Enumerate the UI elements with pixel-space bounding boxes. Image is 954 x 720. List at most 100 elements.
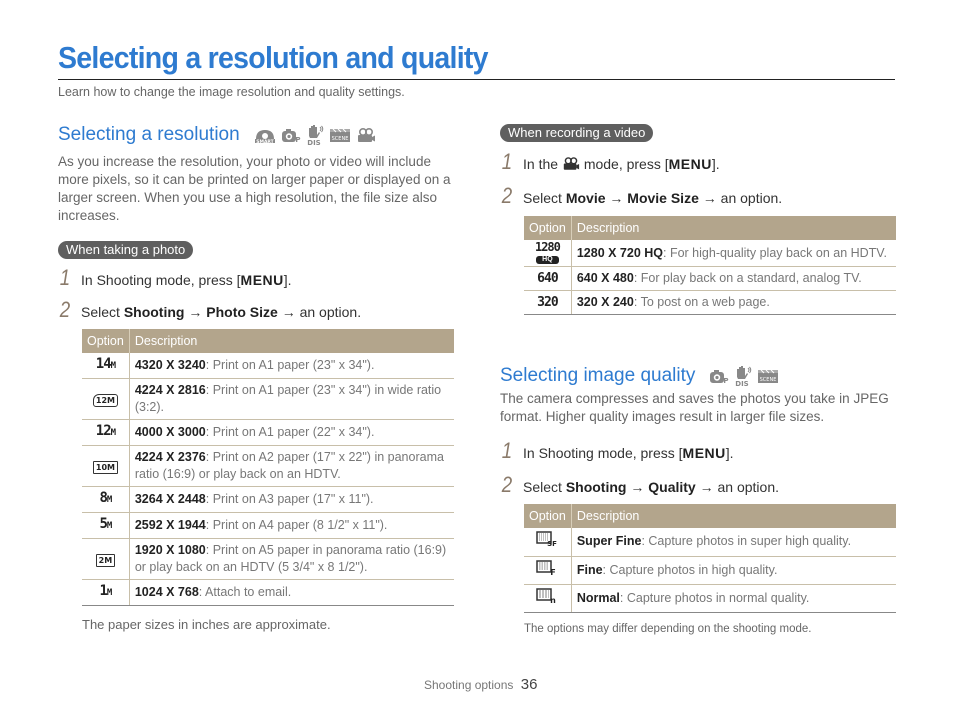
step-number: 2 bbox=[501, 183, 513, 208]
quality-step-2: 2 Select Shooting → Quality → an option. bbox=[500, 472, 896, 498]
5m-icon: 5M bbox=[99, 516, 112, 532]
options-note: The options may differ depending on the … bbox=[524, 622, 812, 635]
menu-key: MENU bbox=[668, 156, 712, 172]
step-number: 2 bbox=[59, 297, 71, 322]
option-desc: : Print on A1 paper (22" x 34"). bbox=[205, 425, 375, 439]
step-text: Select bbox=[523, 190, 566, 206]
12m-icon: 12M bbox=[95, 423, 116, 439]
photo-step-1: 1 In Shooting mode, press [MENU]. bbox=[58, 265, 458, 291]
menu-path-quality: Quality bbox=[648, 479, 696, 495]
option-value: 4224 X 2816 bbox=[134, 383, 206, 397]
normal-icon: n bbox=[536, 587, 557, 605]
step-text: In the bbox=[523, 156, 562, 172]
arrow: → bbox=[184, 304, 207, 320]
svg-text:P: P bbox=[724, 377, 729, 384]
menu-path-movie-size: Movie Size bbox=[627, 190, 699, 206]
option-desc: : Attach to email. bbox=[198, 585, 292, 599]
paper-size-note: The paper sizes in inches are approximat… bbox=[82, 617, 331, 632]
option-desc: : Print on A4 paper (8 1/2" x 11"). bbox=[205, 518, 388, 532]
option-desc: : Print on A3 paper (17" x 11"). bbox=[205, 492, 374, 506]
table-row: 8M 3264 X 2448: Print on A3 paper (17" x… bbox=[82, 486, 454, 513]
quality-step-1: 1 In Shooting mode, press [MENU]. bbox=[500, 438, 896, 464]
option-desc: : Print on A1 paper (23" x 34"). bbox=[205, 358, 375, 372]
fine-icon: F bbox=[536, 559, 556, 577]
table-row: F Fine: Capture photos in high quality. bbox=[524, 556, 896, 585]
scene-icon: SCENE bbox=[329, 128, 350, 142]
table-row: 320 320 X 240: To post on a web page. bbox=[524, 290, 896, 315]
option-value: Normal bbox=[576, 590, 620, 605]
quality-section: Selecting image quality P DIS SCENE The … bbox=[500, 365, 896, 635]
option-value: Fine bbox=[576, 562, 603, 577]
table-row: 5M 2592 X 1944: Print on A4 paper (8 1/2… bbox=[82, 512, 454, 539]
option-desc: : For high-quality play back on an HDTV. bbox=[663, 245, 887, 260]
dual-is-icon: DIS bbox=[736, 366, 752, 387]
option-value: 640 X 480 bbox=[576, 271, 634, 285]
page-title: Selecting a resolution and quality bbox=[58, 40, 489, 75]
table-row: 2M 1920 X 1080: Print on A5 paper in pan… bbox=[82, 538, 454, 580]
table-row: 14M 4320 X 3240: Print on A1 paper (23" … bbox=[82, 353, 454, 379]
table-row: 1280 HQ 1280 X 720 HQ: For high-quality … bbox=[524, 240, 896, 267]
1280-hq-icon: 1280 HQ bbox=[534, 240, 561, 264]
8m-icon: 8M bbox=[99, 490, 112, 506]
table-row: 10M 4224 X 2376: Print on A2 paper (17" … bbox=[82, 445, 454, 487]
col-header-description: Description bbox=[571, 504, 896, 528]
svg-text:DIS: DIS bbox=[307, 139, 320, 146]
video-step-1: 1 In the mode, press [MENU]. bbox=[500, 149, 896, 175]
quality-mode-icons: P DIS SCENE bbox=[709, 365, 779, 387]
640-icon: 640 bbox=[537, 271, 559, 286]
scene-icon: SCENE bbox=[758, 369, 779, 383]
1m-icon: 1M bbox=[99, 583, 112, 599]
svg-text:SCENE: SCENE bbox=[331, 136, 348, 142]
movie-size-table: Option Description 1280 HQ 1280 X 720 HQ… bbox=[524, 216, 896, 315]
step-text: ]. bbox=[283, 272, 292, 288]
step-text: ]. bbox=[725, 445, 734, 461]
menu-key: MENU bbox=[682, 445, 726, 461]
super-fine-icon: SF bbox=[536, 531, 558, 548]
option-value: 4224 X 2376 bbox=[134, 450, 206, 464]
option-value: 1024 X 768 bbox=[134, 585, 199, 599]
quality-heading-text: Selecting image quality bbox=[500, 365, 696, 386]
video-step-2: 2 Select Movie → Movie Size → an option. bbox=[500, 183, 896, 209]
10m-panorama-icon: 10M bbox=[92, 460, 118, 474]
svg-text:SMART: SMART bbox=[256, 139, 274, 144]
resolution-intro: As you increase the resolution, your pho… bbox=[58, 154, 451, 223]
step-number: 1 bbox=[59, 265, 71, 290]
col-header-option: Option bbox=[82, 329, 130, 353]
dual-is-icon: DIS bbox=[307, 125, 323, 146]
movie-icon bbox=[563, 157, 580, 170]
menu-path-photo-size: Photo Size bbox=[206, 304, 278, 320]
2m-panorama-icon: 2M bbox=[95, 553, 116, 567]
col-header-description: Description bbox=[571, 216, 896, 240]
photo-pill: When taking a photo bbox=[58, 241, 194, 259]
320-icon: 320 bbox=[537, 295, 559, 310]
video-pill: When recording a video bbox=[500, 124, 654, 142]
step-number: 1 bbox=[501, 438, 513, 463]
video-section: When recording a video 1 In the mode, pr… bbox=[500, 124, 896, 635]
step-text: ]. bbox=[711, 156, 720, 172]
svg-text:SF: SF bbox=[548, 540, 558, 547]
resolution-section: Selecting a resolution SMART P DIS SCENE… bbox=[58, 124, 458, 632]
12m-wide-icon: 12M bbox=[92, 393, 118, 407]
quality-heading: Selecting image quality P DIS SCENE bbox=[500, 365, 896, 387]
menu-path-movie: Movie bbox=[565, 190, 606, 206]
step-number: 1 bbox=[501, 149, 513, 174]
col-header-option: Option bbox=[524, 216, 572, 240]
table-row: SF Super Fine: Capture photos in super h… bbox=[524, 528, 896, 557]
resolution-mode-icons: SMART P DIS SCENE bbox=[254, 124, 376, 146]
step-text: Select bbox=[81, 304, 124, 320]
option-value: 4000 X 3000 bbox=[134, 425, 206, 439]
page-number: 36 bbox=[520, 676, 538, 693]
option-value: Super Fine bbox=[576, 534, 642, 549]
option-desc: : To post on a web page. bbox=[633, 295, 770, 309]
table-row: 12M 4000 X 3000: Print on A1 paper (22" … bbox=[82, 419, 454, 446]
step-text: → an option. bbox=[698, 190, 783, 206]
movie-icon bbox=[357, 127, 375, 142]
resolution-heading: Selecting a resolution SMART P DIS SCENE bbox=[58, 124, 458, 146]
option-desc: : For play back on a standard, analog TV… bbox=[633, 271, 862, 285]
option-value: 1280 X 720 HQ bbox=[576, 245, 664, 260]
col-header-option: Option bbox=[524, 504, 572, 528]
step-text: → an option. bbox=[695, 479, 779, 495]
step-text: → an option. bbox=[277, 304, 362, 320]
svg-text:F: F bbox=[551, 568, 556, 576]
svg-text:SCENE: SCENE bbox=[760, 377, 777, 383]
